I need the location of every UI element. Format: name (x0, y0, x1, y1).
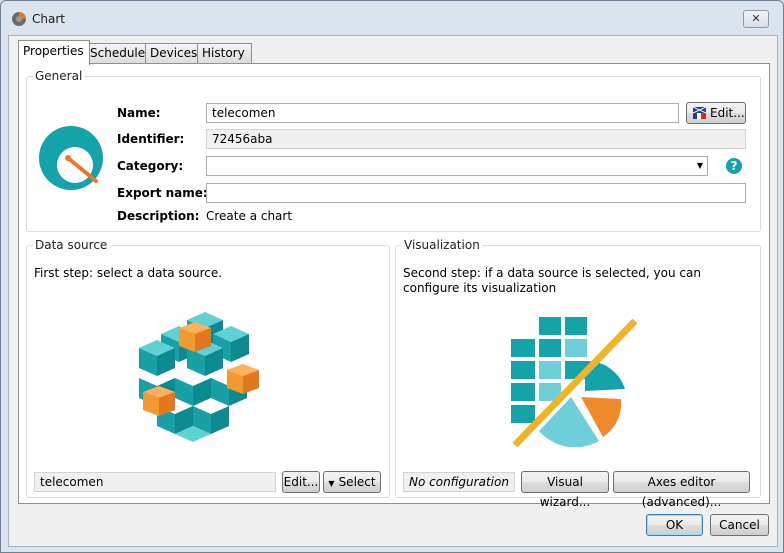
data-source-select-button[interactable]: ▼ Select (323, 471, 381, 493)
identifier-field: 72456aba (206, 129, 746, 149)
group-title: General (33, 69, 85, 83)
visualization-status: No configuration (403, 472, 515, 492)
ok-button[interactable]: OK (646, 514, 703, 536)
category-select[interactable]: ▼ (206, 156, 708, 176)
chart-dialog: Chart ✕ Properties Schedule Devices Hist… (0, 0, 784, 553)
flag-icon (693, 107, 706, 119)
tab-properties[interactable]: Properties (18, 40, 90, 65)
description-value: Create a chart (206, 209, 293, 223)
dropdown-arrow-icon: ▼ (328, 479, 335, 488)
data-source-field: telecomen (34, 472, 276, 492)
app-icon (12, 12, 26, 26)
category-label: Category: (117, 159, 184, 173)
group-title: Data source (33, 238, 110, 252)
help-icon[interactable]: ? (726, 158, 742, 174)
data-source-instruction: First step: select a data source. (34, 266, 223, 280)
visualization-group: Visualization Second step: if a data sou… (395, 238, 761, 509)
tab-history[interactable]: History (197, 43, 252, 64)
tab-label: Properties (23, 44, 84, 58)
visual-wizard-button[interactable]: Visual wizard... (521, 471, 609, 509)
tab-label: Schedule (90, 46, 146, 60)
data-cube-icon (139, 312, 259, 442)
description-label: Description: (117, 209, 200, 223)
tab-label: History (202, 46, 245, 60)
tab-devices[interactable]: Devices (145, 43, 203, 64)
chevron-down-icon: ▼ (696, 161, 703, 170)
tab-label: Devices (150, 46, 198, 60)
group-title: Visualization (402, 238, 482, 252)
window-title: Chart (32, 12, 65, 26)
name-label: Name: (117, 106, 161, 120)
name-input[interactable]: telecomen (206, 103, 679, 123)
export-name-input[interactable] (206, 183, 746, 203)
tab-schedule[interactable]: Schedule (85, 43, 147, 64)
data-source-edit-button[interactable]: Edit... (282, 471, 320, 493)
edit-label: Edit... (710, 106, 745, 120)
export-name-label: Export name: (117, 186, 208, 200)
select-label: Select (338, 475, 376, 489)
close-button[interactable]: ✕ (743, 10, 769, 28)
visualization-instruction: Second step: if a data source is selecte… (403, 266, 701, 295)
dialog-client: Properties Schedule Devices History Gene… (8, 35, 778, 547)
properties-panel: General Name: telecomen Edit... Identifi… (18, 63, 770, 509)
identifier-label: Identifier: (117, 132, 185, 146)
axes-editor-button[interactable]: Axes editor (advanced)... (613, 471, 750, 509)
title-bar[interactable]: Chart ✕ (1, 1, 783, 35)
chart-icon (39, 126, 103, 190)
close-icon: ✕ (751, 12, 761, 25)
name-edit-button[interactable]: Edit... (686, 102, 746, 124)
visualization-icon (511, 317, 638, 447)
data-source-group: Data source First step: select a data so… (26, 238, 390, 498)
general-group: General Name: telecomen Edit... Identifi… (26, 69, 761, 232)
help-glyph: ? (730, 159, 738, 173)
cancel-button[interactable]: Cancel (710, 514, 769, 536)
